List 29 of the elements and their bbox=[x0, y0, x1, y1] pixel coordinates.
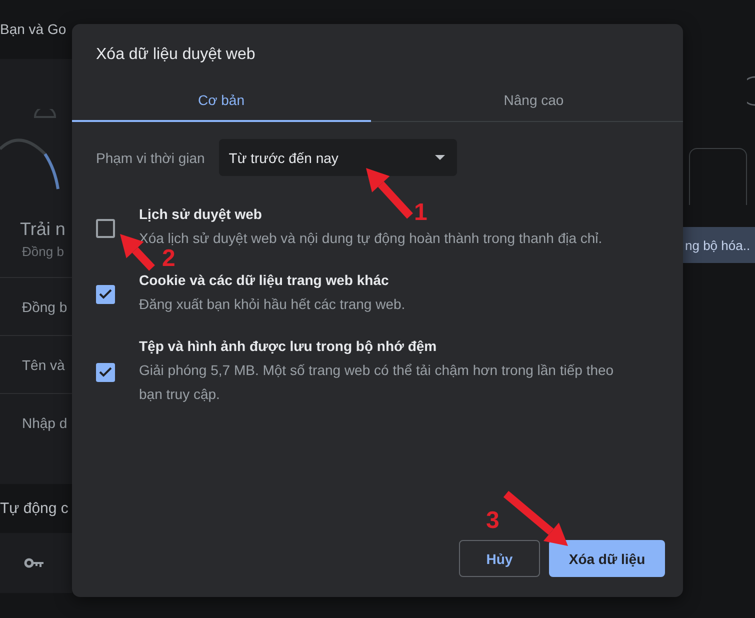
profile-title: Trải n bbox=[19, 219, 66, 240]
annotation-arrow bbox=[366, 168, 413, 219]
tab[interactable]: Nâng cao bbox=[384, 82, 683, 122]
key-icon bbox=[24, 558, 44, 568]
dialog-title: Xóa dữ liệu duyệt web bbox=[95, 45, 256, 64]
checkbox[interactable] bbox=[96, 218, 115, 238]
section-heading: Tự động c bbox=[0, 500, 70, 517]
section-heading: Bạn và Go bbox=[0, 21, 68, 37]
option-title: Tệp và hình ảnh được lưu trong bộ nhớ đệm bbox=[139, 338, 437, 354]
clear-data-button[interactable]: Xóa dữ liệu bbox=[549, 540, 665, 577]
caret-icon bbox=[434, 155, 445, 160]
checkbox[interactable] bbox=[96, 362, 115, 382]
account-card bbox=[689, 148, 747, 205]
step-number: 1 bbox=[414, 199, 428, 226]
cancel-button[interactable]: Hủy bbox=[459, 540, 540, 577]
sync-button[interactable]: ng bộ hóa.. bbox=[683, 227, 755, 263]
option-title: Cookie và các dữ liệu trang web khác bbox=[139, 272, 389, 288]
tab[interactable]: Cơ bản bbox=[72, 82, 370, 122]
option-description: Đăng xuất bạn khỏi hầu hết các trang web. bbox=[139, 295, 406, 314]
profile-subtitle: Đồng b bbox=[21, 244, 65, 259]
option-title: Lịch sử duyệt web bbox=[139, 206, 262, 222]
step-number: 2 bbox=[162, 245, 176, 272]
annotation-arrow bbox=[503, 490, 568, 546]
time-range-dropdown[interactable]: Từ trước đến nay bbox=[218, 139, 457, 176]
step-number: 3 bbox=[486, 507, 500, 534]
option-description: Xóa lịch sử duyệt web và nội dung tự động hoàn thành trong thanh địa chỉ. bbox=[139, 229, 602, 248]
option-description: Giải phóng 5,7 MB. Một số trang web có thể tải chậm hơn trong lần tiếp theo bạn truy cập. bbox=[139, 361, 615, 404]
time-range-label: Phạm vi thời gian bbox=[96, 150, 205, 166]
checkbox[interactable] bbox=[96, 284, 115, 304]
